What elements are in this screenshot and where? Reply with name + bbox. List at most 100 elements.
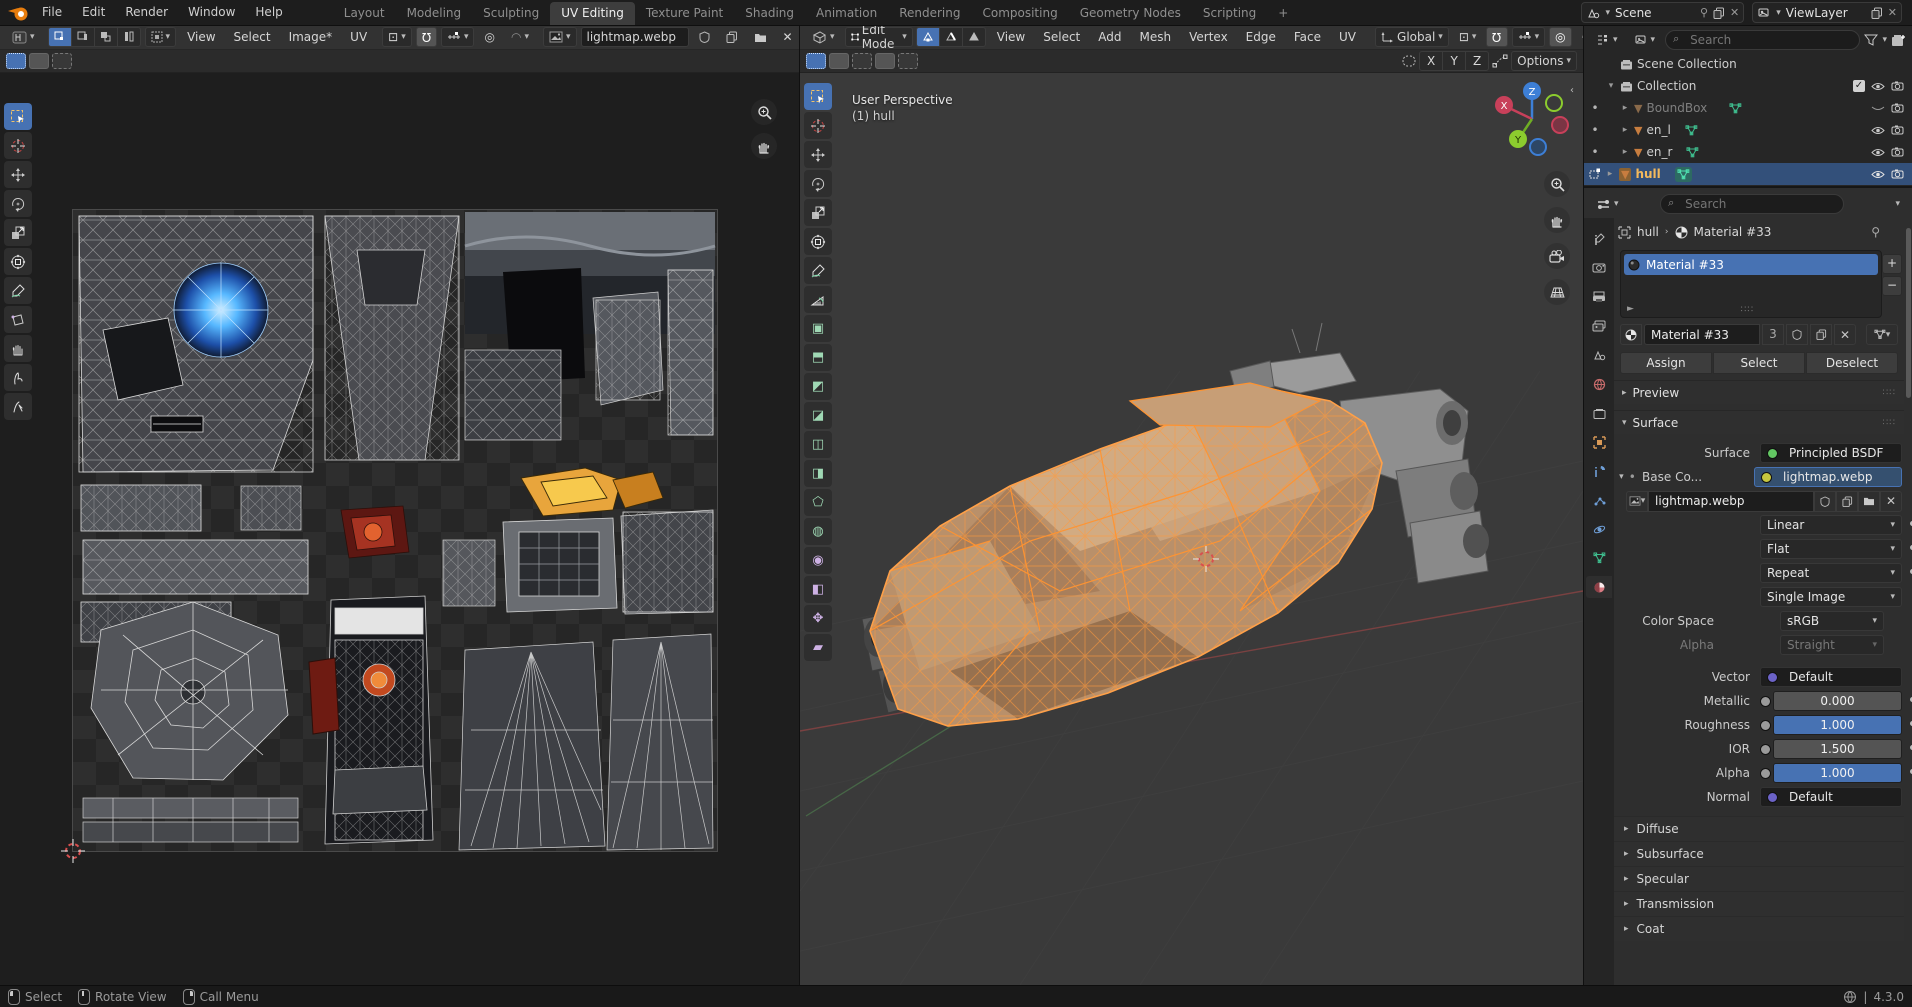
- material-slot-active[interactable]: Material #33: [1624, 254, 1878, 275]
- vp-select-new-button[interactable]: [806, 53, 826, 69]
- vp-menu-view[interactable]: View: [990, 25, 1032, 49]
- outliner-row-collection[interactable]: ▾ Collection ✓: [1584, 75, 1912, 97]
- uv-select-face-button[interactable]: [94, 27, 118, 47]
- specular-panel-header[interactable]: ▸Specular: [1614, 866, 1904, 891]
- vp-menu-face[interactable]: Face: [1287, 25, 1328, 49]
- uv-select-vertex-button[interactable]: [48, 27, 72, 47]
- tab-physics[interactable]: [1586, 518, 1612, 540]
- face-select-button[interactable]: [962, 27, 986, 47]
- uv-snap-toggle[interactable]: Ω: [416, 27, 437, 47]
- vp-tool-select-box[interactable]: [804, 83, 832, 110]
- mirror-x-button[interactable]: X: [1419, 51, 1443, 71]
- vp-menu-add[interactable]: Add: [1091, 25, 1128, 49]
- vp-tool-shrink-fatten[interactable]: ✥: [804, 605, 832, 632]
- grip-icon[interactable]: ∷∷: [1883, 388, 1896, 398]
- uv-select-island-button[interactable]: [117, 27, 141, 47]
- uv-select-extend-button[interactable]: [29, 53, 49, 69]
- orthographic-grid-icon[interactable]: [1544, 279, 1570, 305]
- diffuse-panel-header[interactable]: ▸Diffuse: [1614, 816, 1904, 841]
- breadcrumb-material[interactable]: Material #33: [1694, 225, 1772, 239]
- uv-tool-select-box[interactable]: [4, 103, 32, 130]
- vp-tool-scale[interactable]: [804, 199, 832, 226]
- vp-tool-add-cube[interactable]: ▣: [804, 315, 832, 342]
- unlink-image-button[interactable]: ✕: [1880, 491, 1902, 512]
- scene-selector[interactable]: ▾ Scene ⚲ ✕: [1581, 2, 1744, 23]
- snap-path-icon[interactable]: [1492, 54, 1508, 68]
- grip-icon[interactable]: ∷∷: [1883, 418, 1896, 428]
- duplicate-material-icon[interactable]: [1810, 324, 1832, 345]
- camera-icon[interactable]: [1891, 81, 1904, 91]
- vp-select-extend-button[interactable]: [829, 53, 849, 69]
- properties-options-icon[interactable]: ▾: [1895, 199, 1900, 209]
- vp-tool-move[interactable]: [804, 141, 832, 168]
- vp-tool-transform[interactable]: [804, 228, 832, 255]
- tab-view-layer[interactable]: [1586, 315, 1612, 337]
- outliner-row-hull[interactable]: ▸ ▼ hull: [1584, 163, 1912, 185]
- uv-image-datablock[interactable]: ▾: [543, 27, 577, 47]
- vp-tool-loop-cut[interactable]: ◫: [804, 431, 832, 458]
- tab-scene[interactable]: [1586, 344, 1612, 366]
- vp-tool-bevel[interactable]: ◪: [804, 402, 832, 429]
- uv-tool-scale[interactable]: [4, 219, 32, 246]
- subsurface-panel-header[interactable]: ▸Subsurface: [1614, 841, 1904, 866]
- vp-tool-knife[interactable]: ◨: [804, 460, 832, 487]
- uv-image-name-field[interactable]: lightmap.webp: [581, 27, 689, 47]
- source-dropdown[interactable]: Single Image▾: [1760, 587, 1902, 607]
- transmission-panel-header[interactable]: ▸Transmission: [1614, 891, 1904, 916]
- uv-menu-view[interactable]: View: [180, 25, 222, 49]
- assign-button[interactable]: Assign: [1620, 352, 1712, 374]
- menu-window[interactable]: Window: [178, 0, 245, 25]
- add-workspace-button[interactable]: +: [1267, 2, 1299, 25]
- vp-menu-edge[interactable]: Edge: [1239, 25, 1283, 49]
- uv-snap-mode-dropdown[interactable]: ▾: [441, 27, 475, 47]
- metallic-slider[interactable]: 0.000: [1773, 691, 1902, 711]
- navigation-gizmo[interactable]: Z X Y: [1490, 77, 1574, 161]
- duplicate-image-icon[interactable]: [720, 27, 744, 47]
- tab-tool[interactable]: [1586, 228, 1612, 250]
- material-slot-list[interactable]: Material #33 ► ∷∷: [1620, 250, 1882, 318]
- vp-pivot-dropdown[interactable]: ⊡▾: [1453, 27, 1483, 47]
- fake-user-shield-icon[interactable]: [693, 27, 716, 47]
- new-collection-icon[interactable]: [1891, 34, 1906, 47]
- tab-layout[interactable]: Layout: [333, 2, 396, 25]
- vp-tool-extrude-region[interactable]: ⬒: [804, 344, 832, 371]
- breadcrumb-object[interactable]: hull: [1637, 225, 1659, 239]
- tab-texture-paint[interactable]: Texture Paint: [635, 2, 734, 25]
- eye-icon[interactable]: [1871, 148, 1885, 157]
- tab-material[interactable]: [1586, 576, 1612, 598]
- vp-tool-inset-faces[interactable]: ◩: [804, 373, 832, 400]
- camera-icon[interactable]: [1891, 103, 1904, 113]
- uv-2d-cursor[interactable]: [59, 837, 87, 865]
- vp-proportional-edit-toggle[interactable]: ◎: [1549, 27, 1571, 47]
- uv-pivot-dropdown[interactable]: ⊡▾: [382, 27, 412, 47]
- viewport-editor-type-button[interactable]: ▾: [806, 27, 841, 47]
- duplicate-image-icon[interactable]: [1836, 491, 1858, 512]
- vp-tool-smooth[interactable]: ◉: [804, 547, 832, 574]
- eye-icon[interactable]: [1871, 82, 1885, 91]
- tab-render[interactable]: [1586, 257, 1612, 279]
- image-name-field[interactable]: lightmap.webp: [1648, 491, 1814, 512]
- viewlayer-selector[interactable]: ▾ ViewLayer ✕: [1752, 2, 1902, 23]
- outliner-row-scene-collection[interactable]: Scene Collection: [1584, 53, 1912, 75]
- color-space-dropdown[interactable]: sRGB▾: [1780, 611, 1884, 631]
- properties-scrollbar[interactable]: [1906, 228, 1911, 398]
- orientation-dropdown[interactable]: Global ▾: [1375, 27, 1449, 47]
- tab-rendering[interactable]: Rendering: [888, 2, 971, 25]
- unlink-material-button[interactable]: ✕: [1834, 324, 1856, 345]
- material-name-field[interactable]: Material #33: [1644, 324, 1760, 345]
- uv-tool-transform[interactable]: [4, 248, 32, 275]
- menu-file[interactable]: File: [32, 0, 72, 25]
- new-scene-icon[interactable]: [1713, 7, 1725, 19]
- roughness-slider[interactable]: 1.000: [1773, 715, 1902, 735]
- alpha-slider[interactable]: 1.000: [1773, 763, 1902, 783]
- close-icon[interactable]: ✕: [1730, 6, 1739, 19]
- menu-help[interactable]: Help: [245, 0, 292, 25]
- filter-funnel-icon[interactable]: [1864, 34, 1878, 46]
- vector-input[interactable]: Default: [1760, 667, 1902, 687]
- vp-select-invert-button[interactable]: [875, 53, 895, 69]
- uv-tool-rotate[interactable]: [4, 190, 32, 217]
- new-viewlayer-icon[interactable]: [1871, 7, 1883, 19]
- surface-panel-header[interactable]: ▾ Surface ∷∷: [1614, 410, 1904, 434]
- collection-checkbox[interactable]: ✓: [1853, 80, 1865, 92]
- vp-tool-poly-build[interactable]: ⬠: [804, 489, 832, 516]
